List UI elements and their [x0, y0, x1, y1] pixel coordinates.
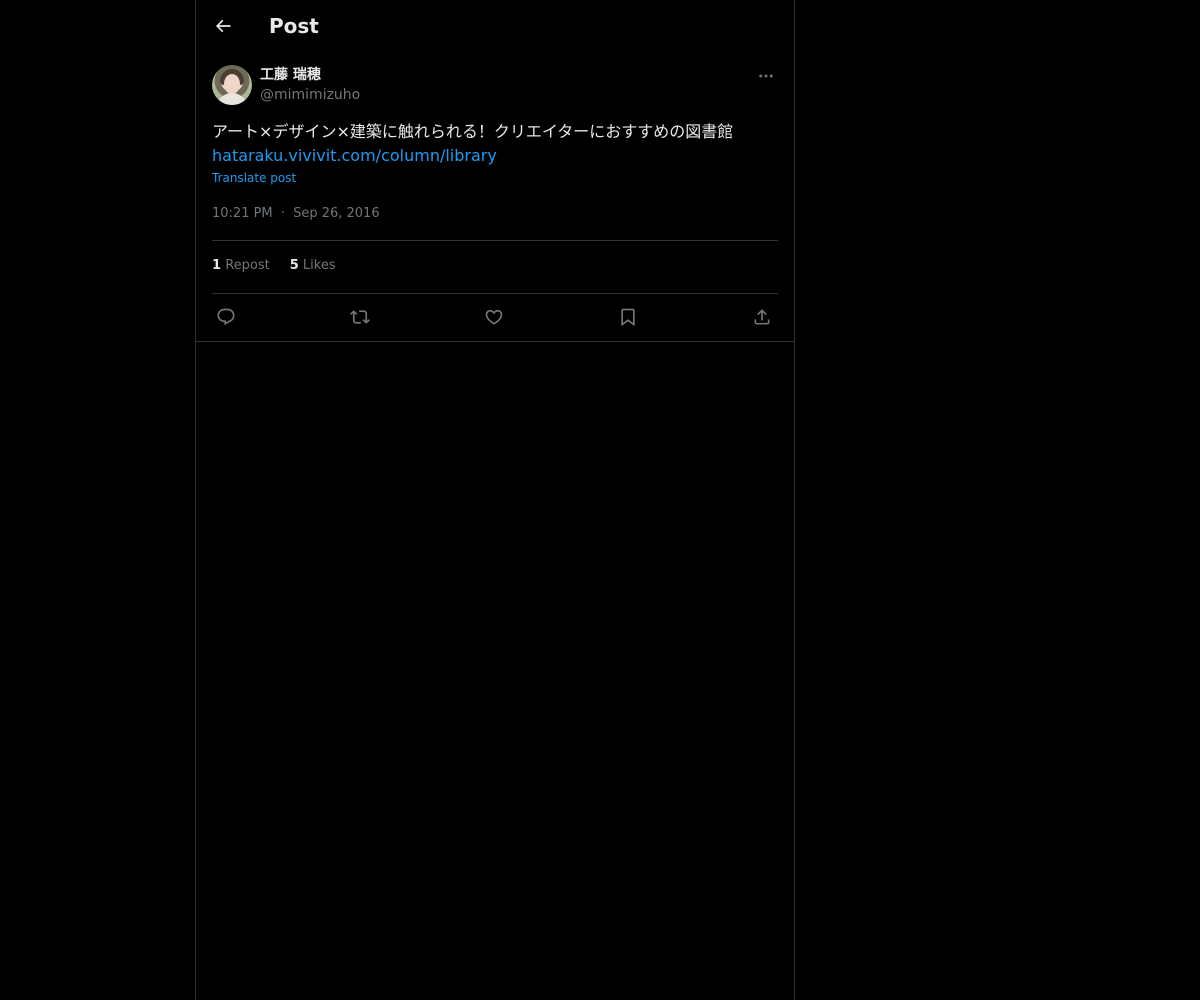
timestamp-separator: · — [280, 206, 285, 221]
author-name[interactable]: 工藤 瑞穂 — [260, 66, 321, 84]
translate-post-link[interactable]: Translate post — [212, 170, 296, 186]
page-header: Post — [196, 0, 794, 53]
post-time[interactable]: 10:21 PM — [212, 206, 273, 221]
avatar[interactable] — [212, 65, 252, 105]
post-stats: 1 Repost 5 Likes — [212, 257, 336, 275]
reposts-count: 1 — [212, 258, 222, 273]
share-icon — [752, 307, 772, 327]
divider — [212, 293, 778, 294]
post-text: アート×デザイン×建築に触れられる！クリエイターにおすすめの図書館 — [212, 122, 734, 141]
bookmark-icon — [618, 307, 638, 327]
post-actions — [212, 303, 778, 331]
heart-icon — [484, 307, 504, 327]
likes-stat[interactable]: 5 Likes — [290, 257, 336, 275]
back-button[interactable] — [208, 11, 238, 41]
reposts-label: Repost — [225, 258, 270, 273]
bookmark-button[interactable] — [614, 303, 642, 331]
reply-button[interactable] — [212, 303, 240, 331]
like-button[interactable] — [480, 303, 508, 331]
reposts-stat[interactable]: 1 Repost — [212, 257, 270, 275]
divider — [212, 240, 778, 241]
reply-icon — [216, 307, 236, 327]
main-column: Post 工藤 瑞穂 @mimimizuho アート×デザイン×建築に触れられる… — [195, 0, 795, 1000]
share-button[interactable] — [748, 303, 776, 331]
post-bottom-border — [196, 341, 794, 342]
author-handle[interactable]: @mimimizuho — [260, 86, 360, 104]
page-title: Post — [269, 14, 319, 38]
more-button[interactable] — [754, 64, 778, 88]
repost-button[interactable] — [346, 303, 374, 331]
post-timestamp: 10:21 PM · Sep 26, 2016 — [212, 205, 380, 223]
repost-icon — [350, 307, 370, 327]
post-link[interactable]: hataraku.vivivit.com/column/library — [212, 144, 497, 168]
more-horizontal-icon — [757, 67, 775, 85]
likes-label: Likes — [302, 258, 336, 273]
likes-count: 5 — [289, 258, 299, 273]
post-date[interactable]: Sep 26, 2016 — [293, 206, 380, 221]
arrow-left-icon — [213, 16, 233, 36]
